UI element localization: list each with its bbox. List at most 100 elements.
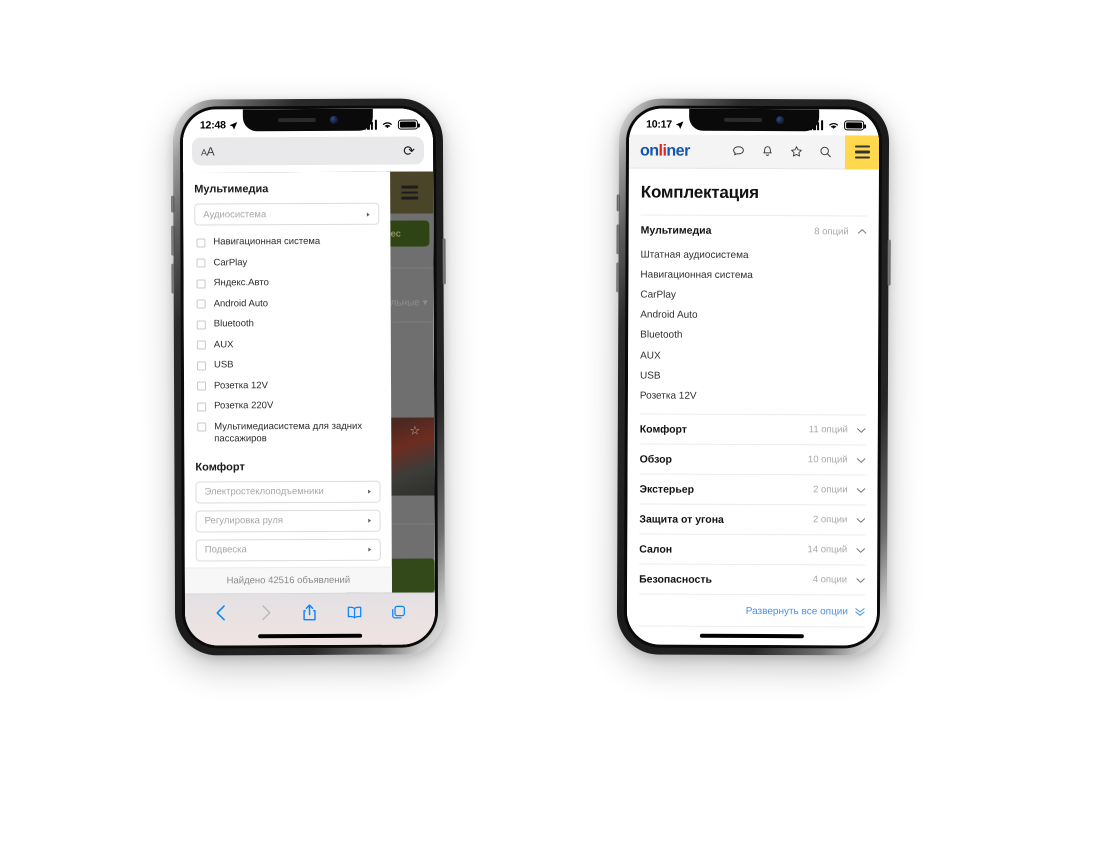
- select-power-windows[interactable]: Электростеклоподъемники ▸: [195, 480, 381, 504]
- home-indicator[interactable]: [258, 633, 363, 639]
- option-group-multimedia[interactable]: Мультимедиа 8 опций: [641, 216, 867, 246]
- checkbox-row[interactable]: Яндекс.Авто: [195, 273, 380, 294]
- status-time: 10:17: [646, 118, 672, 131]
- notch-left: [242, 108, 373, 132]
- front-camera-icon: [776, 116, 785, 125]
- power-button[interactable]: [442, 238, 446, 285]
- checkbox-row[interactable]: USB: [195, 355, 380, 376]
- option-item: Android Auto: [640, 309, 698, 321]
- select-suspension[interactable]: Подвеска ▸: [195, 538, 381, 562]
- chevron-down-icon[interactable]: [856, 577, 865, 583]
- home-indicator[interactable]: [699, 633, 804, 639]
- checkbox[interactable]: [197, 402, 207, 412]
- checkbox-label: Мультимедиасистема для задних пассажиров: [214, 420, 363, 445]
- group-count: 4 опции: [812, 574, 848, 586]
- option-group-visibility[interactable]: Обзор 10 опций: [640, 444, 866, 474]
- mute-switch[interactable]: [171, 195, 175, 213]
- favorites-icon[interactable]: [786, 145, 807, 158]
- checkbox-row[interactable]: CarPlay: [194, 252, 379, 273]
- select-steering-adjust[interactable]: Регулировка руля ▸: [195, 509, 381, 533]
- chevron-right-icon: ▸: [366, 209, 370, 219]
- select-placeholder: Электростеклоподъемники: [204, 486, 324, 498]
- checkbox[interactable]: [196, 279, 206, 289]
- option-group-comfort[interactable]: Комфорт 11 опций: [640, 414, 866, 444]
- checkbox[interactable]: [196, 340, 206, 350]
- chevron-down-icon[interactable]: [856, 487, 866, 493]
- status-time: 12:48: [199, 119, 226, 132]
- hamburger-icon[interactable]: [844, 134, 880, 170]
- checkbox-label: CarPlay: [213, 256, 248, 268]
- option-group-anti-theft[interactable]: Защита от угона 2 опции: [639, 504, 866, 534]
- option-group-safety[interactable]: Безопасность 4 опции: [639, 564, 865, 594]
- checkbox[interactable]: [196, 361, 206, 371]
- checkbox[interactable]: [196, 258, 206, 268]
- notifications-icon[interactable]: [757, 145, 778, 158]
- site-header: onliner: [628, 134, 880, 170]
- checkbox[interactable]: [196, 299, 206, 309]
- tabs-icon[interactable]: [390, 603, 407, 622]
- group-count: 14 опций: [807, 544, 848, 556]
- screenshot-stage: 12:48 AA ⟳ ктуальные ▾ ☆ Мультимедиа Ауд…: [0, 0, 1100, 855]
- option-item: Bluetooth: [640, 329, 683, 342]
- chevron-up-icon[interactable]: [857, 228, 867, 234]
- reload-icon[interactable]: ⟳: [403, 143, 415, 159]
- chevron-down-icon[interactable]: [857, 427, 866, 433]
- checkbox-row[interactable]: Android Auto: [195, 293, 380, 314]
- back-button[interactable]: [213, 603, 230, 622]
- battery-icon: [844, 120, 865, 131]
- group-count: 8 опций: [814, 225, 849, 237]
- filter-section-title-multimedia: Мультимедиа: [194, 183, 269, 196]
- checkbox-row[interactable]: Розетка 12V: [195, 375, 380, 396]
- checkbox-label: Bluetooth: [213, 318, 254, 330]
- share-icon[interactable]: [301, 603, 318, 622]
- safari-url-bar[interactable]: AA ⟳: [191, 136, 425, 166]
- volume-up-button[interactable]: [171, 225, 175, 256]
- checkbox-label: Навигационная система: [213, 235, 321, 248]
- group-name: Мультимедиа: [640, 224, 712, 237]
- option-item: AUX: [640, 350, 661, 362]
- bookmarks-icon[interactable]: [346, 603, 363, 622]
- power-button[interactable]: [887, 239, 891, 286]
- checkbox-row[interactable]: Bluetooth: [195, 314, 380, 335]
- group-count: 11 опций: [808, 424, 848, 436]
- volume-down-button[interactable]: [171, 263, 175, 294]
- volume-down-button[interactable]: [616, 262, 620, 293]
- checkbox-row[interactable]: Навигационная система: [194, 232, 379, 253]
- checkbox-row[interactable]: Мультимедиасистема для задних пассажиров: [195, 416, 380, 450]
- checkbox-row[interactable]: AUX: [195, 334, 380, 355]
- checkbox[interactable]: [196, 320, 206, 330]
- group-name: Салон: [639, 543, 673, 556]
- battery-icon: [397, 119, 418, 130]
- messages-icon[interactable]: [728, 145, 749, 158]
- checkbox[interactable]: [197, 422, 207, 432]
- chevron-right-icon: ▸: [368, 545, 372, 555]
- onliner-logo[interactable]: onliner: [640, 142, 690, 160]
- option-group-exterior[interactable]: Экстерьер 2 опции: [639, 474, 866, 504]
- expand-all-options-link[interactable]: Развернуть все опции: [639, 594, 865, 626]
- chevron-down-icon[interactable]: [856, 547, 865, 553]
- device-bezel-right: 10:17 onliner Комплектация Мультимедиа 8…: [623, 105, 883, 649]
- group-name: Защита от угона: [639, 513, 724, 526]
- star-icon[interactable]: ☆: [409, 424, 420, 438]
- select-audiosystem[interactable]: Аудиосистема ▸: [194, 202, 380, 226]
- checkbox-row[interactable]: Розетка 220V: [195, 396, 380, 417]
- volume-up-button[interactable]: [616, 224, 620, 255]
- hamburger-icon[interactable]: [386, 171, 434, 214]
- divider: [638, 625, 865, 627]
- front-camera-icon: [329, 115, 338, 124]
- chevron-down-icon[interactable]: [856, 517, 866, 523]
- option-group-interior[interactable]: Салон 14 опций: [639, 534, 865, 564]
- chevron-down-icon[interactable]: [856, 457, 866, 463]
- found-results-bar[interactable]: Найдено 42516 объявлений: [184, 566, 392, 594]
- option-item: CarPlay: [640, 289, 676, 301]
- search-icon[interactable]: [815, 145, 836, 158]
- text-size-button[interactable]: AA: [201, 144, 214, 158]
- wifi-icon: [382, 122, 392, 129]
- mute-switch[interactable]: [616, 194, 620, 212]
- group-items-multimedia: Штатная аудиосистема Навигационная систе…: [640, 245, 867, 414]
- checkbox[interactable]: [197, 381, 207, 391]
- iphone-device-left: 12:48 AA ⟳ ктуальные ▾ ☆ Мультимедиа Ауд…: [171, 98, 446, 656]
- checkbox[interactable]: [196, 237, 206, 247]
- checkbox-label: Android Auto: [213, 297, 269, 310]
- double-chevron-down-icon[interactable]: [855, 607, 865, 616]
